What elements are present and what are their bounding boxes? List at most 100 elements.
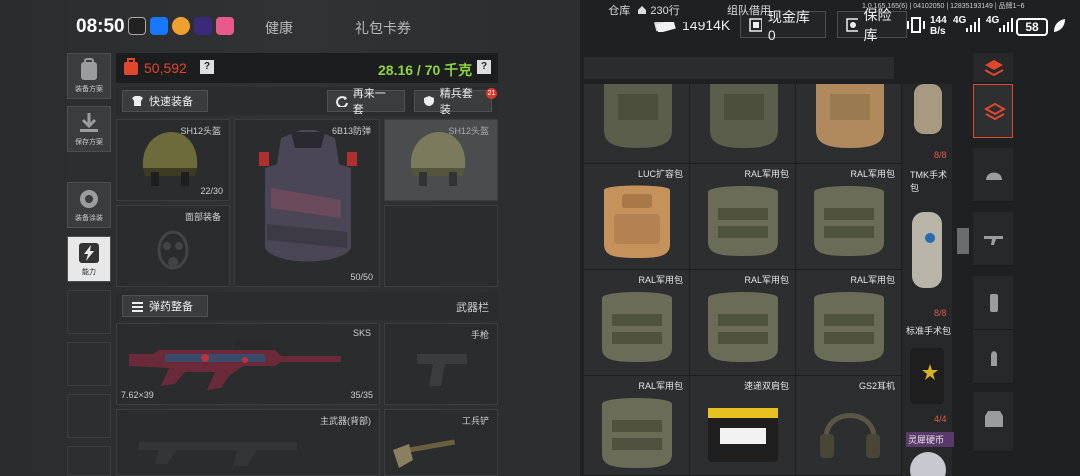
rifle-icon [129, 342, 341, 390]
loadout-value: 50,592 [144, 60, 187, 76]
download-icon [80, 113, 98, 132]
ammo-prep-button[interactable]: 弹药整备 [122, 295, 208, 317]
empty-slot [67, 342, 111, 386]
category-gear[interactable] [973, 148, 1013, 202]
stash-item[interactable]: RAL军用包 [796, 164, 902, 270]
category-ammo[interactable] [973, 276, 1013, 330]
headset-icon [820, 413, 880, 458]
medkit-icon [914, 84, 942, 134]
ability-button[interactable]: 能力 [67, 236, 111, 282]
helmet-slot[interactable]: SH12头盔 22/30 [116, 119, 230, 201]
capacity-help-button[interactable]: ? [477, 60, 491, 74]
rifle-silhouette-icon [139, 442, 297, 466]
network-speed: 144 B/s [930, 15, 947, 37]
gun-icon [984, 236, 1003, 245]
value-help-button[interactable]: ? [200, 60, 214, 74]
vest-category-icon [985, 411, 1003, 427]
stash-item[interactable]: RAL军用包 [690, 270, 796, 376]
shovel-icon [393, 439, 456, 468]
repeat-loadout-button[interactable]: 再来一套 [327, 88, 405, 116]
stash-item[interactable] [690, 84, 796, 164]
equipment-paint-button[interactable]: 装备涂装 [67, 182, 111, 228]
armor-vest-icon [259, 130, 357, 262]
status-bar: 08:50 健康 礼包卡券 1.0.165.165(6) | 04102050 … [0, 0, 1080, 48]
signal-bars-icon [999, 18, 1013, 32]
empty-slot [67, 394, 111, 438]
backpack-icon [604, 84, 672, 148]
coin-label: 灵犀硬币 [906, 432, 954, 447]
leaf-icon [1054, 19, 1065, 32]
tab-gift-card[interactable]: 礼包卡券 [355, 18, 411, 38]
gas-mask-icon [157, 230, 189, 270]
alipay-icon [150, 17, 168, 35]
helmet-icon [410, 132, 466, 186]
signal-1: 4G [953, 15, 967, 26]
safe-box-label: 保险库 [863, 6, 892, 43]
elite-set-button[interactable]: 精兵套装 [414, 88, 492, 116]
tab-health[interactable]: 健康 [265, 18, 293, 38]
stash-grid: LUC扩容包 RAL军用包 RAL军用包 RAL军用包 RAL军用包 RAL军用… [584, 84, 902, 476]
helmet-icon [142, 132, 198, 186]
category-misc[interactable] [973, 392, 1013, 452]
back-weapon-slot[interactable]: 主武器(背部) [116, 409, 380, 476]
category-all[interactable] [973, 84, 1013, 138]
category-weapons[interactable] [973, 212, 1013, 266]
stash-tab-bar [584, 57, 894, 79]
vibrate-icon [907, 17, 925, 33]
primary-caliber: 7.62×39 [121, 390, 154, 400]
sort-button[interactable] [973, 53, 1013, 83]
primary-weapon-slot[interactable]: SKS 7.62×39 35/35 [116, 323, 380, 405]
home-icon [638, 6, 647, 14]
backpack-icon [708, 292, 778, 362]
stash-item[interactable]: RAL军用包 [690, 164, 796, 270]
backpack-icon [814, 292, 884, 362]
signal-bars-icon [966, 18, 980, 32]
capacity-value: 28.16 / 70 千克 [378, 62, 473, 78]
helmet-slot-2[interactable]: SH12头盔 [384, 119, 498, 201]
backpack-icon [708, 186, 778, 256]
loadout-plan-button[interactable]: 装备方案 [67, 53, 111, 99]
tab-stash[interactable]: 仓库 230行 [584, 0, 704, 22]
stash-item[interactable]: RAL军用包 [584, 376, 690, 476]
spray-icon [80, 190, 98, 208]
ammo-icon [132, 302, 143, 312]
stash-item[interactable]: GS2耳机 [796, 376, 902, 476]
notification-icons [128, 17, 234, 35]
delivery-box-icon [708, 408, 778, 462]
backpack-icon [814, 186, 884, 256]
quick-equip-button[interactable]: 快速装备 [122, 90, 208, 112]
save-plan-button[interactable]: 保存方案 [67, 106, 111, 152]
item-count: 8/8 [934, 150, 947, 160]
stash-item[interactable]: RAL军用包 [796, 270, 902, 376]
shirt-icon [132, 96, 143, 106]
stash-scrollbar[interactable] [957, 228, 969, 254]
empty-slot [67, 290, 111, 334]
backpack-icon [602, 398, 672, 468]
battery-indicator: 58 [1016, 18, 1048, 36]
safe-box-button[interactable]: 保险库 [837, 7, 907, 43]
empty-equipment-slot[interactable] [384, 205, 498, 287]
stash-item[interactable] [584, 84, 690, 164]
pistol-slot[interactable]: 手枪 [384, 323, 498, 405]
tab-team-borrow[interactable]: 组队借用 [708, 0, 790, 22]
stash-item[interactable]: RAL军用包 [584, 270, 690, 376]
sort-icon [984, 60, 1004, 77]
standard-kit-label: 标准手术包 [906, 326, 952, 336]
stash-item[interactable] [796, 84, 902, 164]
item-count: 4/4 [934, 414, 947, 424]
app-icon [172, 17, 190, 35]
shovel-slot[interactable]: 工兵铲 [384, 409, 498, 476]
tmk-kit-label: TMK手术包 [910, 170, 947, 193]
app-icon [194, 17, 212, 35]
standard-kit-icon [910, 348, 944, 404]
item-count: 8/8 [934, 308, 947, 318]
coin-icon [910, 452, 946, 476]
face-gear-slot[interactable]: 面部装备 [116, 205, 230, 287]
refresh-icon [336, 96, 348, 107]
backpack-money-icon [124, 58, 138, 75]
stash-item[interactable]: 速递双肩包 [690, 376, 796, 476]
magazine-icon [990, 294, 998, 312]
stash-item[interactable]: LUC扩容包 [584, 164, 690, 270]
armor-slot[interactable]: 6B13防弹 50/50 [234, 119, 380, 287]
category-consumables[interactable] [973, 330, 1013, 384]
